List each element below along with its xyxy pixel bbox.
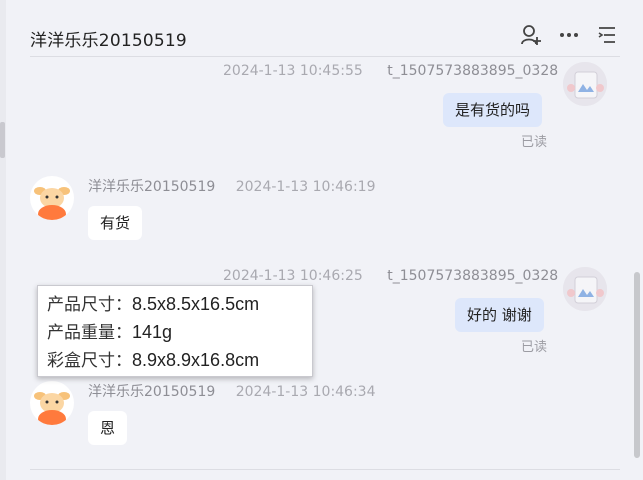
- message-bubble-outgoing[interactable]: 是有货的吗: [443, 93, 543, 127]
- list-icon[interactable]: [596, 24, 618, 46]
- more-icon[interactable]: [558, 24, 580, 46]
- message-meta: 2024-1-13 10:46:25 t_1507573883895_0328: [223, 268, 558, 284]
- message-meta: 洋洋乐乐20150519 2024-1-13 10:46:19: [88, 176, 396, 196]
- header-actions: [520, 24, 618, 46]
- tooltip-value: 141g: [132, 322, 173, 342]
- read-status: 已读: [521, 340, 548, 355]
- message-time: 2024-1-13 10:46:34: [235, 384, 376, 400]
- left-scroll-thumb[interactable]: [0, 122, 5, 158]
- user-avatar[interactable]: [563, 62, 607, 106]
- left-scroll-rail: [0, 0, 6, 480]
- user-avatar[interactable]: [563, 267, 607, 311]
- tooltip-line: 彩盒尺寸：8.9x8.9x16.8cm: [47, 346, 259, 371]
- add-person-icon[interactable]: [520, 24, 542, 46]
- message-time: 2024-1-13 10:45:55: [223, 63, 363, 79]
- tooltip-line: 产品尺寸：8.5x8.5x16.5cm: [47, 290, 259, 315]
- tooltip-label: 产品重量：: [47, 323, 132, 343]
- chat-scrollbar[interactable]: [634, 272, 640, 458]
- message-meta: 2024-1-13 10:45:55 t_1507573883895_0328: [223, 63, 558, 79]
- contact-avatar[interactable]: [30, 176, 74, 220]
- tooltip-label: 彩盒尺寸：: [47, 351, 132, 371]
- chat-header: 洋洋乐乐20150519: [30, 22, 620, 57]
- chat-title: 洋洋乐乐20150519: [30, 31, 187, 51]
- input-divider: [30, 469, 620, 470]
- tooltip-label: 产品尺寸：: [47, 295, 132, 315]
- read-status: 已读: [521, 135, 548, 150]
- tooltip-value: 8.9x8.9x16.8cm: [132, 350, 260, 370]
- message-bubble-incoming[interactable]: 恩: [88, 411, 128, 445]
- message-time: 2024-1-13 10:46:19: [235, 179, 376, 195]
- product-spec-tooltip: 产品尺寸：8.5x8.5x16.5cm 产品重量：141g 彩盒尺寸：8.9x8…: [37, 285, 313, 377]
- message-sender: t_1507573883895_0328: [387, 268, 559, 284]
- message-sender: 洋洋乐乐20150519: [88, 179, 216, 195]
- message-bubble-outgoing[interactable]: 好的 谢谢: [455, 298, 544, 332]
- message-meta: 洋洋乐乐20150519 2024-1-13 10:46:34: [88, 381, 396, 401]
- tooltip-value: 8.5x8.5x16.5cm: [132, 294, 260, 314]
- contact-avatar[interactable]: [30, 381, 74, 425]
- message-bubble-incoming[interactable]: 有货: [88, 206, 143, 240]
- tooltip-line: 产品重量：141g: [47, 318, 172, 343]
- message-sender: 洋洋乐乐20150519: [88, 384, 216, 400]
- message-time: 2024-1-13 10:46:25: [223, 268, 363, 284]
- message-sender: t_1507573883895_0328: [387, 63, 559, 79]
